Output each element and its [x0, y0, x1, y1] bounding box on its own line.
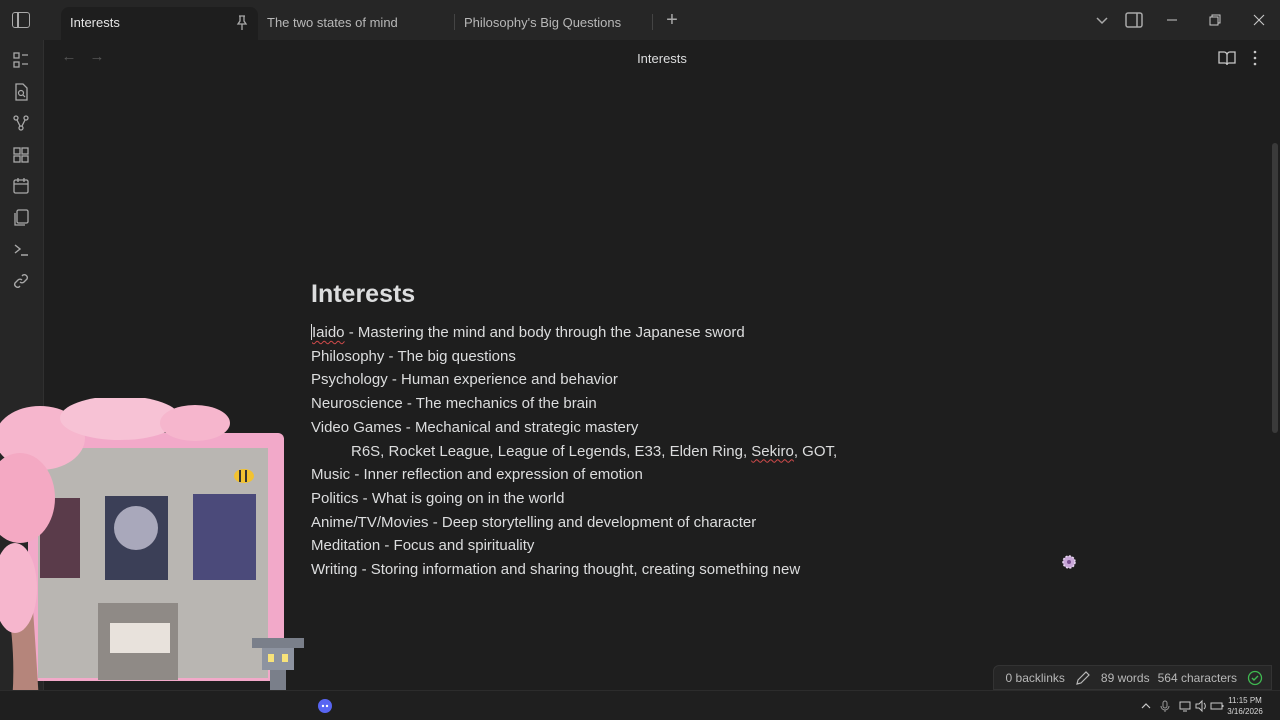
note-line[interactable]: Meditation - Focus and spirituality	[311, 534, 931, 558]
restore-icon[interactable]	[1205, 10, 1225, 30]
link-icon[interactable]	[12, 272, 30, 290]
note-line[interactable]: Psychology - Human experience and behavi…	[311, 368, 931, 392]
misspelled-word[interactable]: Iaido	[312, 324, 345, 341]
pencil-edit-icon[interactable]	[1075, 670, 1091, 686]
volume-icon[interactable]	[1194, 699, 1208, 713]
backlinks-count[interactable]: 0 backlinks	[1006, 671, 1065, 685]
system-clock[interactable]: 11:15 PM 3/16/2026	[1220, 695, 1270, 717]
character-count: 564 characters	[1157, 670, 1237, 685]
discord-icon[interactable]	[318, 699, 332, 713]
close-icon[interactable]	[1249, 10, 1269, 30]
more-options-icon[interactable]	[1246, 49, 1264, 67]
note-line[interactable]: Anime/TV/Movies - Deep storytelling and …	[311, 511, 931, 535]
right-sidebar-toggle-icon[interactable]	[1124, 10, 1144, 30]
tab-label: The two states of mind	[267, 15, 398, 30]
line-text: , GOT,	[793, 442, 838, 460]
command-icon[interactable]	[12, 240, 30, 258]
line-text: R6S, Rocket League, League of Legends, E…	[351, 442, 752, 460]
tab-the-two-states-of-mind[interactable]: The two states of mind	[258, 7, 454, 40]
sync-check-icon[interactable]	[1247, 670, 1263, 686]
note-line[interactable]: Writing - Storing information and sharin…	[311, 558, 931, 582]
status-bar: 0 backlinks 89 words 564 characters	[992, 665, 1272, 690]
tab-philosophys-big-questions[interactable]: Philosophy's Big Questions	[455, 7, 651, 40]
file-tree-icon[interactable]	[12, 51, 30, 69]
minimize-icon[interactable]	[1162, 10, 1182, 30]
tab-label: Philosophy's Big Questions	[464, 15, 622, 30]
reading-view-book-icon[interactable]	[1218, 49, 1236, 67]
canvas-icon[interactable]	[12, 146, 30, 164]
graph-icon[interactable]	[12, 114, 30, 132]
chevron-up-icon[interactable]	[1139, 699, 1153, 713]
misspelled-word[interactable]: Sekiro	[751, 443, 794, 460]
view-header: ← → Interests	[44, 40, 1280, 76]
note-line[interactable]: Neuroscience - The mechanics of the brai…	[311, 392, 931, 416]
note-line[interactable]: Music - Inner reflection and expression …	[311, 463, 931, 487]
bee-icon	[234, 469, 254, 483]
note-line[interactable]: Politics - What is going on in the world	[311, 487, 931, 511]
view-title[interactable]: Interests	[44, 51, 1280, 66]
tab-list-chevron-down-icon[interactable]	[1092, 10, 1112, 30]
tab-label: Interests	[70, 15, 120, 30]
network-icon[interactable]	[1178, 699, 1192, 713]
title-bar: Interests The two states of mind Philoso…	[0, 0, 1280, 40]
note-line[interactable]: Philosophy - The big questions	[311, 345, 931, 369]
left-sidebar-toggle-icon[interactable]	[12, 12, 30, 28]
note-line[interactable]: Video Games - Mechanical and strategic m…	[311, 416, 931, 440]
pin-icon[interactable]	[236, 15, 248, 31]
clock-time: 11:15 PM	[1228, 696, 1262, 705]
calendar-icon[interactable]	[12, 177, 30, 195]
word-count: 89 words	[1100, 670, 1150, 685]
search-file-icon[interactable]	[12, 83, 30, 101]
tab-divider	[652, 14, 653, 30]
editor-scrollbar[interactable]	[1272, 143, 1278, 433]
note-line[interactable]: Iaido - Mastering the mind and body thro…	[311, 321, 931, 345]
microphone-icon[interactable]	[1158, 699, 1172, 713]
clock-date: 3/16/2026	[1227, 707, 1263, 716]
note-line-indented[interactable]: R6S, Rocket League, League of Legends, E…	[311, 440, 931, 464]
tab-interests[interactable]: Interests	[61, 7, 258, 40]
line-text: - Mastering the mind and body through th…	[344, 324, 745, 341]
flower-cursor-icon	[1062, 555, 1076, 569]
templates-icon[interactable]	[12, 209, 30, 227]
note-title[interactable]: Interests	[311, 280, 415, 309]
new-tab-plus-icon[interactable]: +	[662, 9, 682, 31]
webcam-overlay	[0, 398, 320, 720]
note-body[interactable]: Iaido - Mastering the mind and body thro…	[311, 321, 931, 582]
taskbar: 11:15 PM 3/16/2026	[0, 690, 1280, 720]
